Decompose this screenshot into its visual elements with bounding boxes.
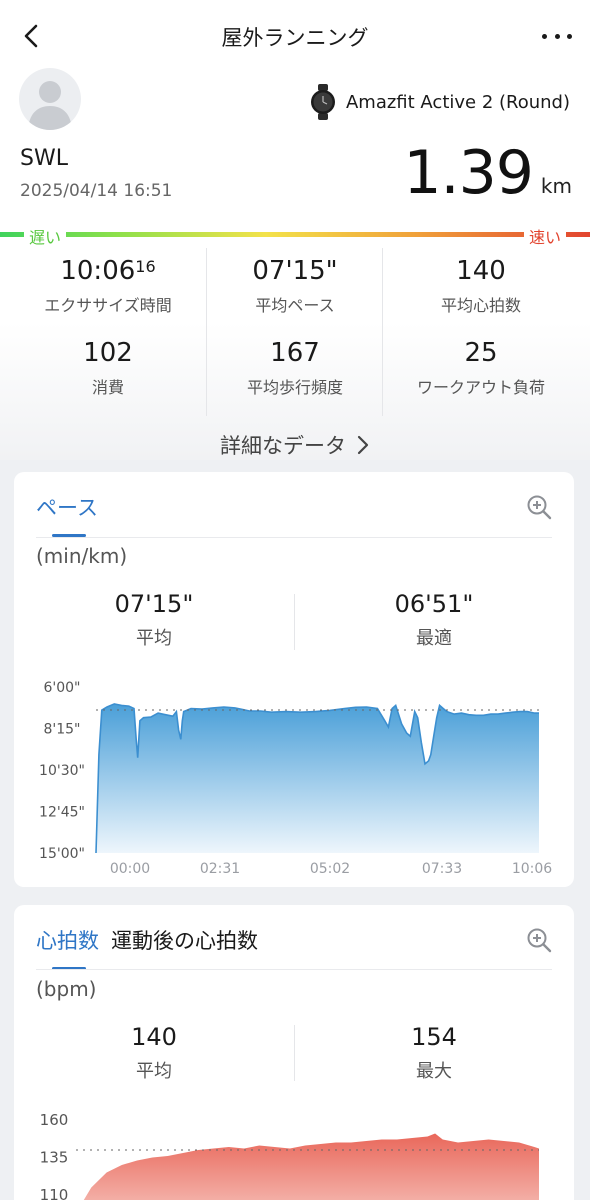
hr-y-tick-label: 135 (40, 1149, 69, 1167)
device-name: Amazfit Active 2 (Round) (345, 91, 570, 113)
pace-y-tick-label: 15'00" (39, 846, 85, 862)
heart-rate-tabs: 心拍数 運動後の心拍数 (36, 925, 258, 955)
tab-post-workout-heart-rate[interactable]: 運動後の心拍数 (111, 925, 258, 955)
pace-best-value: 06'51" (394, 590, 474, 618)
pace-avg-label: 平均 (136, 628, 172, 649)
pace-avg-value: 07'15" (114, 590, 194, 618)
tab-divider (36, 969, 552, 970)
tab-heart-rate[interactable]: 心拍数 (36, 925, 99, 955)
zoom-in-icon[interactable] (526, 927, 552, 953)
stat-value: 167 (270, 338, 320, 368)
tab-pace[interactable]: ペース (36, 492, 98, 522)
stat-value: 102 (83, 338, 133, 368)
stat-calories: 102 消費 (10, 338, 206, 398)
hr-max-label: 最大 (416, 1061, 452, 1082)
more-options-icon[interactable] (542, 22, 572, 50)
default-user-icon (28, 81, 72, 130)
pace-chart[interactable]: 6'00" 8'15" 10'30" 12'45" 15'00" 00:00 02:31 05… (14, 667, 574, 887)
pace-y-tick-label: 10'30" (39, 763, 85, 779)
page-title: 屋外ランニング (221, 26, 369, 50)
stat-label: 平均ペース (255, 296, 335, 315)
pace-gradient-bar (0, 232, 590, 237)
stat-value: 10:0616 (60, 256, 156, 286)
pace-x-tick-label: 02:31 (200, 861, 240, 877)
distance-unit: km (540, 174, 572, 198)
distance-value: 1.39 (403, 138, 534, 208)
workout-datetime: 2025/04/14 16:51 (20, 181, 173, 201)
stat-avg-pace: 07'15" 平均ペース (197, 256, 393, 316)
avatar[interactable] (19, 68, 81, 130)
stat-avg-cadence: 167 平均歩行頻度 (197, 338, 393, 398)
stat-label: ワークアウト負荷 (416, 378, 545, 397)
pace-x-tick-label: 07:33 (422, 861, 462, 877)
stats-divider (206, 248, 207, 416)
hr-avg-label: 平均 (136, 1061, 172, 1082)
chevron-right-icon (357, 435, 369, 455)
heart-rate-chart[interactable]: 160 135 110 (14, 1100, 574, 1200)
stat-value: 25 (464, 338, 498, 368)
pace-best-metric: 06'51" 最適 (294, 590, 574, 650)
zoom-in-icon[interactable] (526, 494, 552, 520)
pace-area (96, 703, 539, 853)
watch-icon (310, 84, 335, 120)
pace-y-tick-label: 6'00" (43, 680, 80, 696)
heart-rate-unit: (bpm) (36, 977, 97, 1001)
stat-value: 07'15" (252, 256, 338, 286)
stat-label: 平均歩行頻度 (246, 378, 343, 397)
tab-divider (36, 537, 552, 538)
hr-y-tick-label: 160 (40, 1111, 69, 1129)
pace-x-tick-label: 00:00 (110, 861, 150, 877)
pace-x-tick-label: 05:02 (310, 861, 350, 877)
pace-best-label: 最適 (416, 628, 452, 649)
pace-tabs: ペース (36, 492, 98, 522)
detailed-data-label: 詳細なデータ (220, 434, 346, 458)
slow-label: 遅い (24, 224, 67, 248)
hr-avg-value: 140 (131, 1023, 177, 1051)
hr-max-metric: 154 最大 (294, 1023, 574, 1083)
stat-label: エクササイズ時間 (44, 296, 172, 315)
hr-area (83, 1133, 539, 1200)
stats-divider (382, 248, 383, 416)
pace-unit: (min/km) (36, 544, 128, 568)
hr-y-tick-label: 110 (40, 1186, 69, 1200)
pace-card: ペース (min/km) 07'15" 平均 06'51" 最適 6'00" 8'… (14, 472, 574, 887)
pace-x-tick-label: 10:06 (512, 861, 552, 877)
fast-label: 速い (523, 224, 566, 248)
pace-y-tick-label: 12'45" (39, 805, 85, 821)
device-info[interactable]: Amazfit Active 2 (Round) (310, 84, 570, 120)
hr-max-value: 154 (411, 1023, 457, 1051)
stat-exercise-time: 10:0616 エクササイズ時間 (10, 256, 206, 316)
stat-label: 消費 (91, 378, 124, 397)
pace-y-tick-label: 8'15" (43, 722, 80, 738)
user-name: SWL (20, 146, 68, 171)
stat-avg-heart-rate: 140 平均心拍数 (383, 256, 579, 316)
pace-avg-metric: 07'15" 平均 (14, 590, 294, 650)
detailed-data-link[interactable]: 詳細なデータ (0, 430, 590, 460)
stat-workout-load: 25 ワークアウト負荷 (383, 338, 579, 398)
heart-rate-card: 心拍数 運動後の心拍数 (bpm) 140 平均 154 最大 160 135 11… (14, 905, 574, 1200)
navigation-bar: 屋外ランニング (0, 0, 590, 72)
stat-value: 140 (456, 256, 506, 286)
distance-display: 1.39 km (403, 138, 572, 208)
hr-avg-metric: 140 平均 (14, 1023, 294, 1083)
stat-label: 平均心拍数 (440, 296, 521, 315)
